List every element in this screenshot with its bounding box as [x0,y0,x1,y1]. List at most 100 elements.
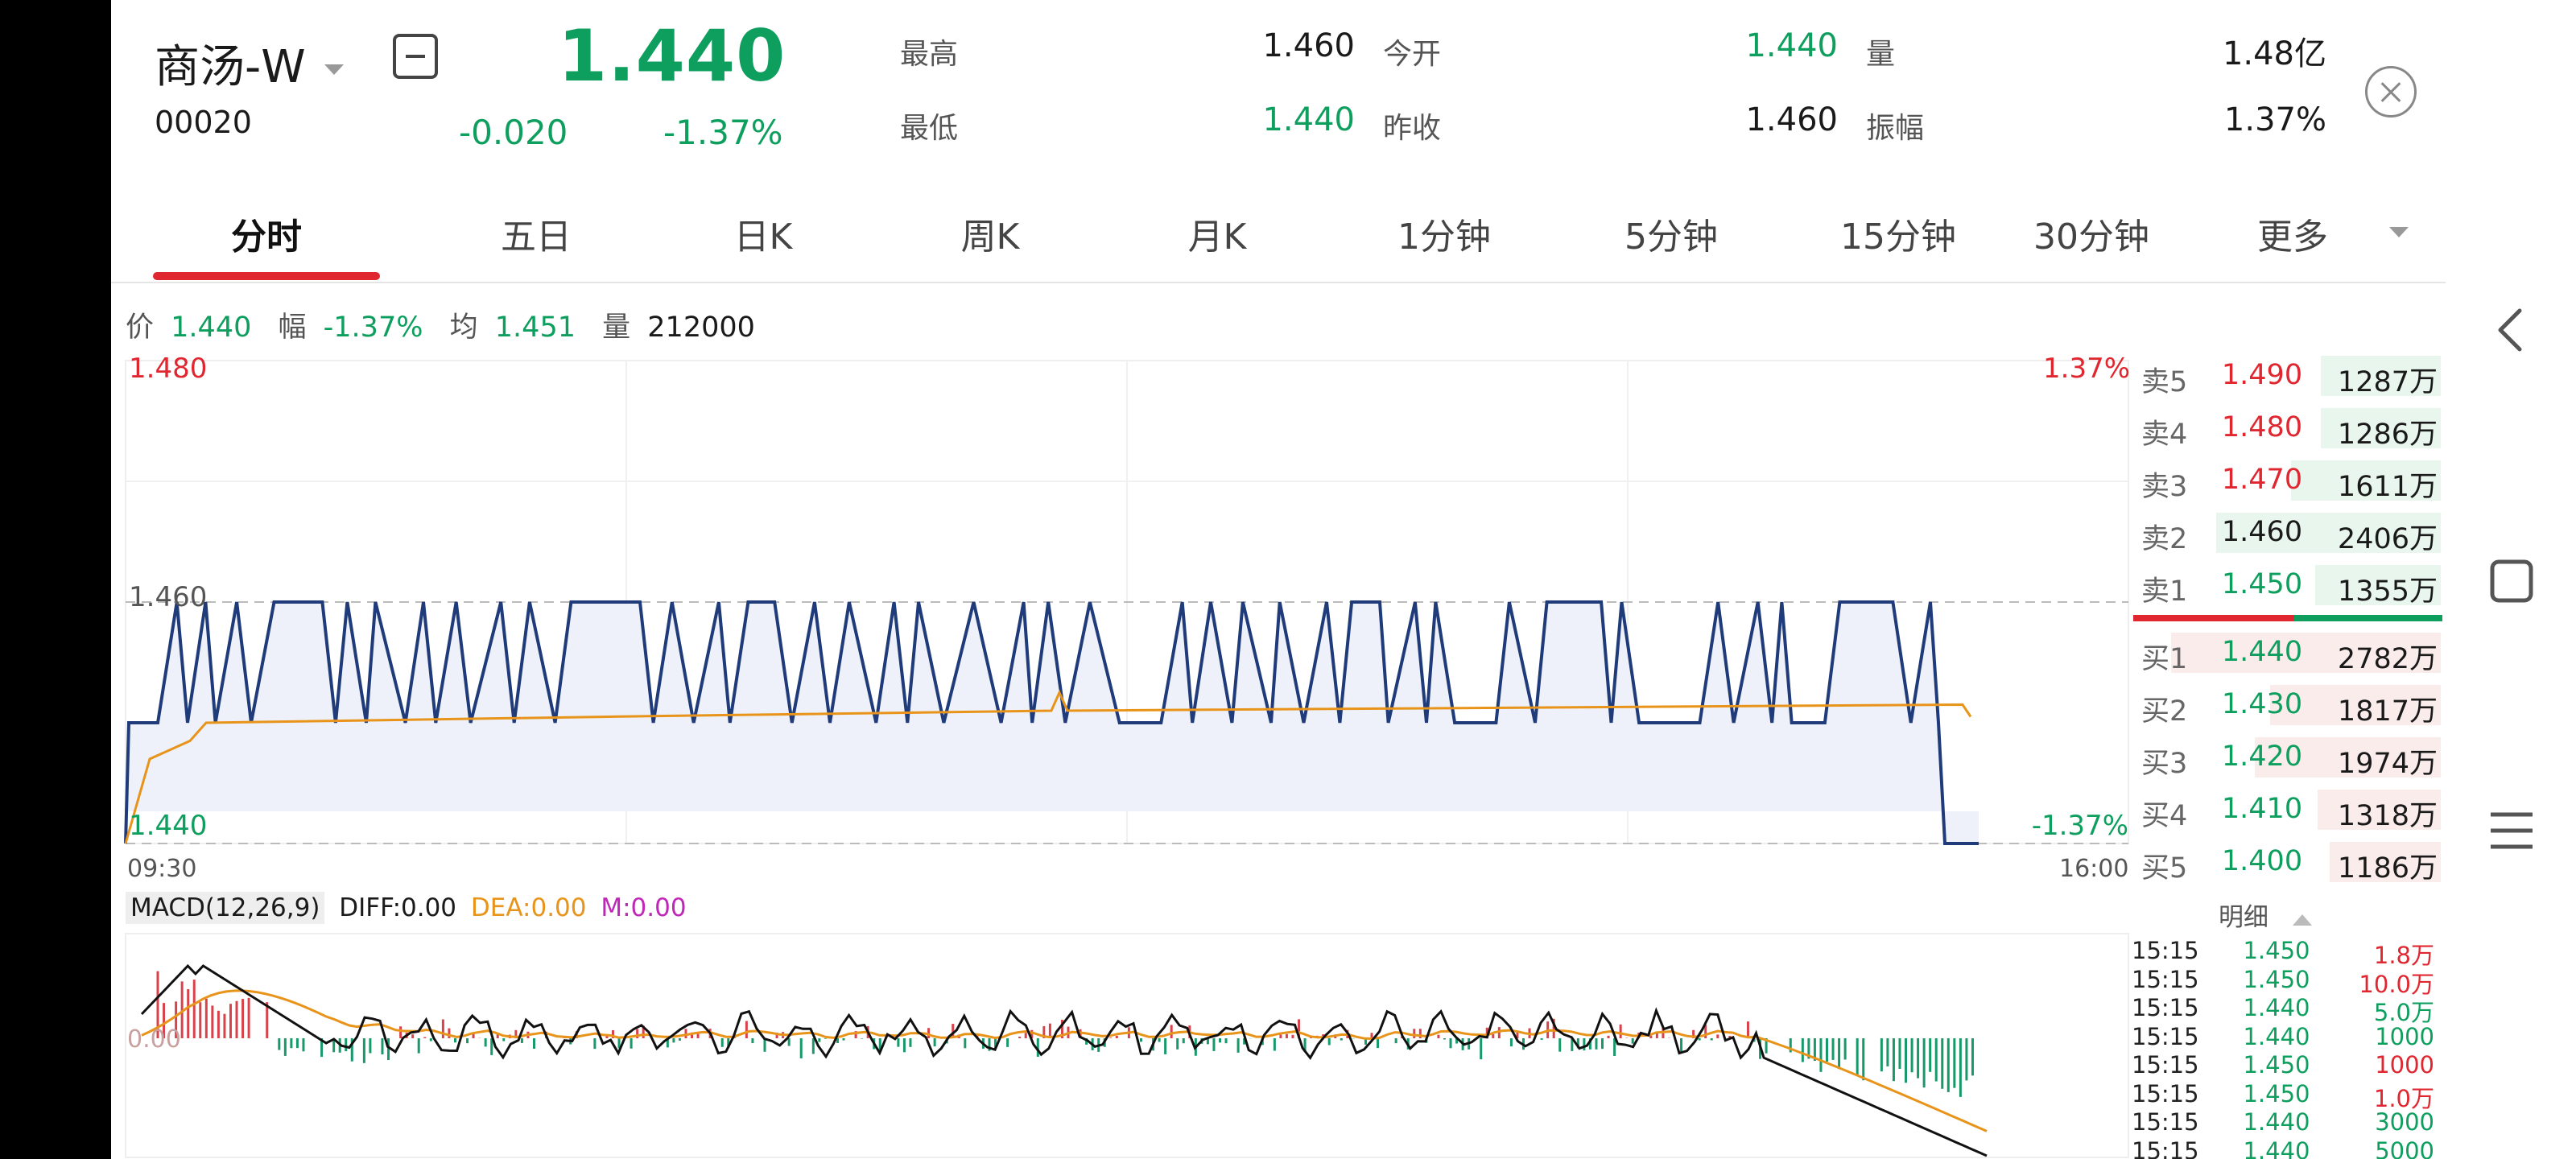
quote-value: 1.460 [1262,27,1355,64]
tab-5[interactable]: 1分钟 [1348,208,1541,259]
level-volume: 2782万 [2337,643,2438,675]
chevron-down-icon [324,64,345,76]
bid-row[interactable]: 买5 1.400 1186万 [2141,839,2441,885]
tab-2[interactable]: 日K [667,208,860,259]
level-price: 1.460 [2221,516,2303,548]
bid-row[interactable]: 买3 1.420 1974万 [2141,734,2441,781]
macd-diff: DIFF:0.00 [339,893,457,922]
level-volume: 1355万 [2337,575,2438,608]
level-label: 买2 [2141,695,2188,728]
price-change-pct: -1.37% [663,113,783,152]
quote-value: 1.37% [2223,101,2326,138]
level-label: 买4 [2141,800,2188,832]
level-label: 卖5 [2141,366,2188,398]
level-label: 买1 [2141,643,2188,675]
chevron-up-icon [2292,914,2312,926]
quote-label: 最低 [900,112,959,145]
x-axis-start-label: 09:30 [127,855,197,883]
collapse-icon[interactable] [393,34,438,79]
close-icon[interactable] [2365,66,2417,118]
trade-time: 15:15 [2132,1079,2199,1107]
trade-row: 15:15 1.440 5000 [2132,1137,2446,1159]
pct-bottom-label: -1.37% [2031,810,2128,842]
level-label: 卖3 [2141,471,2188,503]
crosshair-info: 价 1.440 幅 -1.37% 均 1.451 量 212000 [126,304,755,345]
trade-time: 15:15 [2132,1136,2199,1159]
level-price: 1.430 [2221,688,2303,720]
info-price-label: 价 [126,311,155,344]
ask-row[interactable]: 卖2 1.460 2406万 [2141,509,2441,556]
ask-row[interactable]: 卖3 1.470 1611万 [2141,457,2441,504]
macd-m: M:0.00 [601,893,687,922]
trade-price: 1.450 [2243,937,2310,964]
trade-volume: 1000 [2375,1022,2434,1050]
level-volume: 1817万 [2337,695,2438,728]
macd-chart[interactable] [111,926,2132,1159]
tab-0[interactable]: 分时 [170,208,363,259]
menu-icon[interactable] [2487,808,2536,853]
level-volume: 1974万 [2337,748,2438,780]
bid-row[interactable]: 买2 1.430 1817万 [2141,682,2441,728]
current-price: 1.440 [558,14,786,97]
level-volume: 1318万 [2337,800,2438,832]
level-price: 1.470 [2221,464,2303,496]
back-icon[interactable] [2491,306,2531,354]
tab-3[interactable]: 周K [894,208,1087,259]
tab-1[interactable]: 五日 [440,208,633,259]
more-chevron-icon [2389,227,2409,237]
level-volume: 1286万 [2337,419,2438,451]
ask-row[interactable]: 卖1 1.450 1355万 [2141,562,2441,608]
home-icon[interactable] [2489,559,2534,604]
trade-price: 1.440 [2243,994,2310,1021]
ask-row[interactable]: 卖5 1.490 1287万 [2141,353,2441,399]
y-axis-bottom-label: 1.440 [129,810,208,842]
quote-value: 1.440 [1745,27,1838,64]
trade-time: 15:15 [2132,1022,2199,1050]
trade-price: 1.450 [2243,1079,2310,1107]
bid-row[interactable]: 买4 1.410 1318万 [2141,786,2441,833]
level-price: 1.440 [2221,636,2303,668]
tab-6[interactable]: 5分钟 [1575,208,1768,259]
info-vol-label: 量 [602,311,631,344]
x-axis-end-label: 16:00 [2059,855,2129,883]
tab-9[interactable]: 更多 [2196,208,2389,259]
trade-row: 15:15 1.450 1.8万 [2132,937,2446,969]
trade-price: 1.440 [2243,1136,2310,1159]
tab-7[interactable]: 15分钟 [1802,208,1995,259]
quote-value: 1.48亿 [2222,35,2326,72]
trade-time: 15:15 [2132,994,2199,1021]
system-nav-bar [2446,0,2576,1159]
trade-time: 15:15 [2132,937,2199,964]
ask-row[interactable]: 卖4 1.480 1286万 [2141,405,2441,452]
trade-row: 15:15 1.450 1.0万 [2132,1079,2446,1112]
level-volume: 2406万 [2337,523,2438,555]
level-label: 卖4 [2141,419,2188,451]
level-volume: 1287万 [2337,366,2438,398]
level-volume: 1611万 [2337,471,2438,503]
info-amp: -1.37% [323,311,423,344]
trade-time: 15:15 [2132,1108,2199,1136]
stock-detail-panel: 商汤-W 00020 1.440 -0.020 -1.37% 最高 1.460 今开… [111,0,2446,1159]
stock-name[interactable]: 商汤-W [155,31,345,96]
info-price: 1.440 [171,311,252,344]
quote-label: 今开 [1383,38,1442,71]
trade-row: 15:15 1.440 3000 [2132,1108,2446,1136]
price-change: -0.020 [459,113,568,152]
level-price: 1.450 [2221,568,2303,600]
trade-detail-toggle[interactable]: 明细 [2219,897,2312,933]
tab-8[interactable]: 30分钟 [1995,208,2188,259]
info-vol: 212000 [647,311,755,344]
y-axis-top-label: 1.480 [129,353,208,385]
stock-name-text: 商汤-W [155,41,306,93]
stock-code: 00020 [155,105,252,140]
bid-row[interactable]: 买1 1.440 2782万 [2141,629,2441,676]
pct-top-label: 1.37% [2043,353,2131,385]
tab-4[interactable]: 月K [1121,208,1314,259]
trade-volume: 5000 [2375,1136,2434,1159]
level-label: 买3 [2141,748,2188,780]
level-price: 1.480 [2221,411,2303,443]
trade-row: 15:15 1.450 1000 [2132,1051,2446,1079]
macd-label[interactable]: MACD(12,26,9) [126,892,325,924]
trade-price: 1.450 [2243,965,2310,993]
intraday-price-chart[interactable] [111,344,2132,892]
